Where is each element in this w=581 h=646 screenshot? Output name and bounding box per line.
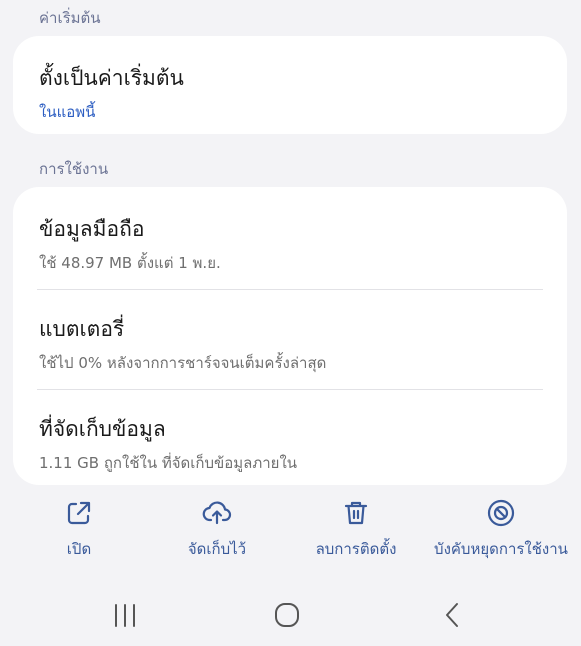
open-label: เปิด — [66, 540, 92, 558]
set-as-default-title: ตั้งเป็นค่าเริ่มต้น — [39, 66, 184, 90]
archive-label: จัดเก็บไว้ — [187, 540, 247, 558]
mobile-data-subtitle: ใช้ 48.97 MB ตั้งแต่ 1 พ.ย. — [39, 254, 221, 272]
uninstall-button[interactable]: ลบการติดตั้ง — [286, 494, 426, 560]
storage-item[interactable]: ที่จัดเก็บข้อมูล 1.11 GB ถูกใช้ใน ที่จัด… — [39, 413, 543, 475]
storage-title: ที่จัดเก็บข้อมูล — [39, 417, 166, 441]
force-stop-button[interactable]: บังคับหยุดการใช้งาน — [428, 494, 574, 560]
storage-subtitle: 1.11 GB ถูกใช้ใน ที่จัดเก็บข้อมูลภายใน — [39, 454, 298, 472]
system-navigation-bar — [0, 590, 581, 640]
archive-button[interactable]: จัดเก็บไว้ — [147, 494, 287, 560]
battery-item[interactable]: แบตเตอรี่ ใช้ไป 0% หลังจากการชาร์จจนเต็ม… — [39, 313, 543, 375]
usage-card: ข้อมูลมือถือ ใช้ 48.97 MB ตั้งแต่ 1 พ.ย.… — [13, 187, 567, 485]
home-button[interactable] — [267, 598, 307, 632]
trash-icon — [344, 501, 368, 525]
uninstall-label: ลบการติดตั้ง — [315, 540, 397, 558]
recents-button[interactable] — [105, 598, 145, 632]
defaults-card: ตั้งเป็นค่าเริ่มต้น ในแอพนี้ — [13, 36, 567, 134]
divider — [37, 389, 543, 390]
block-icon — [487, 499, 515, 527]
mobile-data-title: ข้อมูลมือถือ — [39, 217, 145, 241]
cloud-upload-icon — [202, 501, 232, 525]
set-as-default-item[interactable]: ตั้งเป็นค่าเริ่มต้น ในแอพนี้ — [39, 62, 543, 124]
divider — [37, 289, 543, 290]
battery-title: แบตเตอรี่ — [39, 317, 125, 341]
app-actions-bar: เปิด จัดเก็บไว้ ลบการติดตั้ง บังคับหยุดก… — [0, 494, 581, 580]
open-button[interactable]: เปิด — [9, 494, 149, 560]
open-external-icon — [67, 501, 91, 525]
mobile-data-item[interactable]: ข้อมูลมือถือ ใช้ 48.97 MB ตั้งแต่ 1 พ.ย. — [39, 213, 543, 275]
section-header-usage: การใช้งาน — [39, 160, 109, 178]
battery-subtitle: ใช้ไป 0% หลังจากการชาร์จจนเต็มครั้งล่าสุ… — [39, 354, 327, 372]
recents-icon — [115, 604, 135, 627]
set-as-default-subtitle: ในแอพนี้ — [39, 103, 96, 121]
force-stop-label: บังคับหยุดการใช้งาน — [434, 540, 568, 558]
home-icon — [275, 603, 299, 627]
back-button[interactable] — [432, 598, 472, 632]
back-icon — [446, 603, 458, 627]
section-header-defaults: ค่าเริ่มต้น — [39, 9, 101, 27]
